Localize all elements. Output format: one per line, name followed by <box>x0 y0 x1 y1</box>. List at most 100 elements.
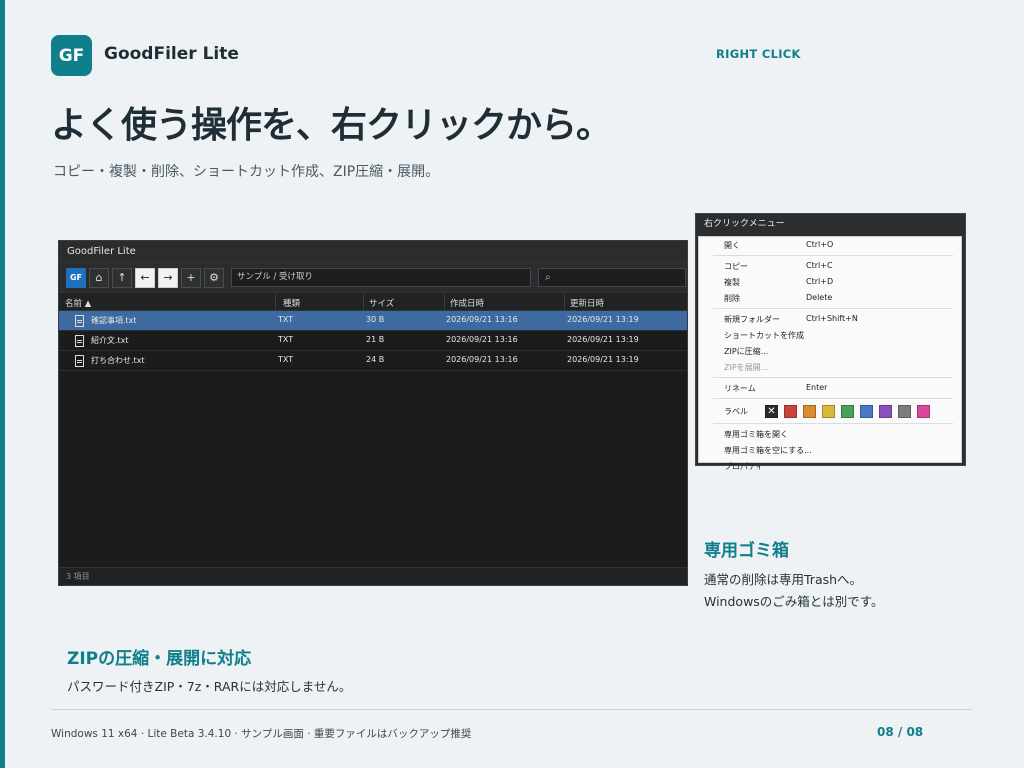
label-swatch-yellow[interactable] <box>822 405 835 418</box>
accent-bar <box>0 0 5 768</box>
forward-arrow-icon[interactable]: → <box>158 267 178 288</box>
trash-callout-line2: Windowsのごみ箱とは別です。 <box>704 594 884 609</box>
menu-label: 専用ゴミ箱を空にする... <box>724 446 812 455</box>
file-row[interactable]: 打ち合わせ.txt TXT 24 B 2026/09/21 13:16 2026… <box>59 351 687 371</box>
menu-item-open[interactable]: 開く Ctrl+O <box>699 237 961 253</box>
menu-divider <box>713 377 953 378</box>
back-arrow-icon[interactable]: ← <box>135 267 155 288</box>
column-type[interactable]: 種類 <box>283 297 300 309</box>
column-divider[interactable] <box>564 293 565 312</box>
file-type: TXT <box>278 355 294 364</box>
zip-callout-title: ZIPの圧縮・展開に対応 <box>67 649 252 669</box>
menu-label: ZIPを展開... <box>724 363 769 372</box>
file-created: 2026/09/21 13:16 <box>446 355 518 364</box>
add-icon[interactable]: + <box>181 267 201 288</box>
column-created[interactable]: 作成日時 <box>450 297 484 309</box>
app-logo-button[interactable]: GF <box>66 267 86 288</box>
trash-callout-title: 専用ゴミ箱 <box>704 541 789 561</box>
label-swatch-green[interactable] <box>841 405 854 418</box>
status-bar: 3 項目 <box>59 567 687 585</box>
page-number: 08 / 08 <box>877 725 924 739</box>
home-icon[interactable]: ⌂ <box>89 267 109 288</box>
toolbar: GF ⌂ ↑ ← → + ⚙ サンプル / 受け取り ⌕ <box>59 262 687 292</box>
menu-item-properties[interactable]: プロパティ <box>699 458 961 474</box>
text-file-icon <box>75 335 84 347</box>
menu-item-new-folder[interactable]: 新規フォルダー Ctrl+Shift+N <box>699 311 961 327</box>
menu-shortcut: Ctrl+Shift+N <box>806 314 858 323</box>
menu-item-empty-trash[interactable]: 専用ゴミ箱を空にする... <box>699 442 961 458</box>
section-tag: RIGHT CLICK <box>716 47 801 61</box>
menu-shortcut: Enter <box>806 383 828 392</box>
file-manager-window: GoodFiler Lite GF ⌂ ↑ ← → + ⚙ サンプル / 受け取… <box>58 240 688 586</box>
path-input[interactable]: サンプル / 受け取り <box>231 268 531 287</box>
file-type: TXT <box>278 315 294 324</box>
label-swatch-pink[interactable] <box>917 405 930 418</box>
search-icon: ⌕ <box>545 272 551 283</box>
context-menu: 右クリックメニュー 開く Ctrl+O コピー Ctrl+C 複製 Ctrl+D 削除… <box>695 213 966 471</box>
label-swatch-gray[interactable] <box>898 405 911 418</box>
context-menu-title: 右クリックメニュー <box>704 219 785 229</box>
menu-label: ZIPに圧縮... <box>724 347 769 356</box>
menu-item-delete[interactable]: 削除 Delete <box>699 290 961 306</box>
text-file-icon <box>75 315 84 327</box>
menu-item-duplicate[interactable]: 複製 Ctrl+D <box>699 274 961 290</box>
file-row[interactable]: 紹介文.txt TXT 21 B 2026/09/21 13:16 2026/0… <box>59 331 687 351</box>
column-header: 名前 ▲ 種類 サイズ 作成日時 更新日時 <box>59 292 687 312</box>
column-divider[interactable] <box>275 293 276 312</box>
file-created: 2026/09/21 13:16 <box>446 315 518 324</box>
menu-shortcut: Ctrl+D <box>806 277 834 286</box>
footer-note: Windows 11 x64 · Lite Beta 3.4.10 · サンプル… <box>51 728 472 740</box>
column-name[interactable]: 名前 ▲ <box>65 297 91 309</box>
menu-item-open-trash[interactable]: 専用ゴミ箱を開く <box>699 426 961 442</box>
footer-divider <box>51 709 972 710</box>
trash-callout-line1: 通常の削除は専用Trashへ。 <box>704 572 863 587</box>
column-divider[interactable] <box>363 293 364 312</box>
file-created: 2026/09/21 13:16 <box>446 335 518 344</box>
file-modified: 2026/09/21 13:19 <box>567 315 639 324</box>
column-modified[interactable]: 更新日時 <box>570 297 604 309</box>
file-type: TXT <box>278 335 294 344</box>
menu-shortcut: Delete <box>806 293 833 302</box>
text-file-icon <box>75 355 84 367</box>
window-title: GoodFiler Lite <box>59 241 687 262</box>
file-modified: 2026/09/21 13:19 <box>567 335 639 344</box>
label-row-title: ラベル <box>724 407 748 416</box>
label-swatch-purple[interactable] <box>879 405 892 418</box>
menu-divider <box>713 398 953 399</box>
file-size: 30 B <box>366 315 385 324</box>
menu-label: ショートカットを作成 <box>724 331 804 340</box>
settings-icon[interactable]: ⚙ <box>204 267 224 288</box>
menu-item-zip-compress[interactable]: ZIPに圧縮... <box>699 343 961 359</box>
file-name: 紹介文.txt <box>91 336 129 345</box>
menu-label: 開く <box>724 241 740 250</box>
label-swatch-blue[interactable] <box>860 405 873 418</box>
app-logo: GF <box>51 35 92 76</box>
menu-item-create-shortcut[interactable]: ショートカットを作成 <box>699 327 961 343</box>
menu-item-rename[interactable]: リネーム Enter <box>699 380 961 396</box>
file-row[interactable]: 確認事項.txt TXT 30 B 2026/09/21 13:16 2026/… <box>59 311 687 331</box>
app-name: GoodFiler Lite <box>104 44 239 64</box>
column-divider[interactable] <box>444 293 445 312</box>
search-input[interactable]: ⌕ <box>538 268 686 287</box>
menu-item-copy[interactable]: コピー Ctrl+C <box>699 258 961 274</box>
column-size[interactable]: サイズ <box>369 297 394 309</box>
menu-label: 新規フォルダー <box>724 315 780 324</box>
menu-label: プロパティ <box>724 462 764 471</box>
file-name: 確認事項.txt <box>91 316 137 325</box>
menu-shortcut: Ctrl+O <box>806 240 834 249</box>
file-list: 確認事項.txt TXT 30 B 2026/09/21 13:16 2026/… <box>59 311 687 371</box>
file-modified: 2026/09/21 13:19 <box>567 355 639 364</box>
menu-divider <box>713 423 953 424</box>
label-swatch-orange[interactable] <box>803 405 816 418</box>
menu-shortcut: Ctrl+C <box>806 261 833 270</box>
up-arrow-icon[interactable]: ↑ <box>112 267 132 288</box>
menu-divider <box>713 308 953 309</box>
menu-label: 専用ゴミ箱を開く <box>724 430 788 439</box>
clear-label-icon[interactable]: ✕ <box>765 405 778 418</box>
file-name: 打ち合わせ.txt <box>91 356 145 365</box>
menu-divider <box>713 255 953 256</box>
label-color-row: ラベル ✕ <box>699 401 961 421</box>
context-menu-body: 開く Ctrl+O コピー Ctrl+C 複製 Ctrl+D 削除 Delete 新規フ… <box>698 236 962 471</box>
label-swatch-red[interactable] <box>784 405 797 418</box>
menu-label: リネーム <box>724 384 756 393</box>
